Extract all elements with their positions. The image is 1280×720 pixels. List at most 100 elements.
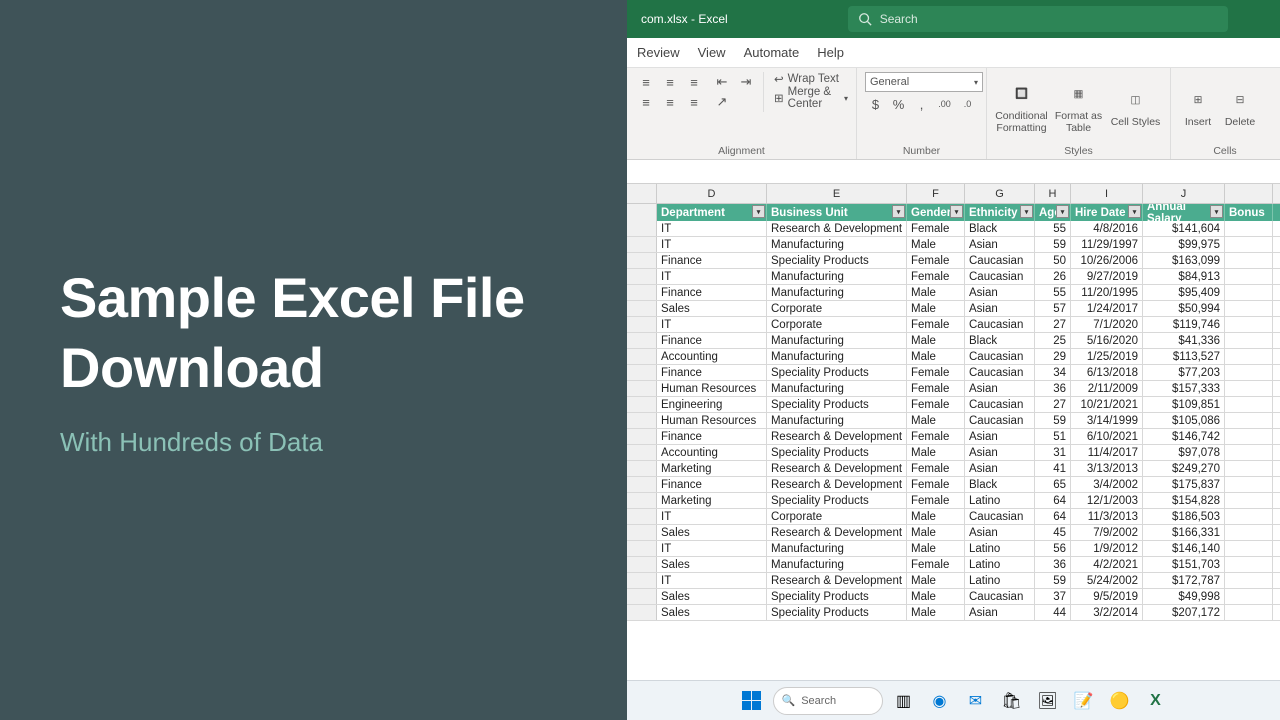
cell-eth[interactable]: Asian [965, 237, 1035, 252]
align-left-icon[interactable]: ≡ [635, 92, 657, 112]
cell-dept[interactable]: Marketing [657, 493, 767, 508]
cell-bu[interactable]: Research & Development [767, 525, 907, 540]
cell-bu[interactable]: Manufacturing [767, 237, 907, 252]
cell-salary[interactable]: $186,503 [1143, 509, 1225, 524]
cell-bonus[interactable] [1225, 557, 1273, 572]
header-salary[interactable]: Annual Salary▾ [1143, 204, 1225, 221]
align-top-icon[interactable]: ≡ [635, 72, 657, 92]
cell-bu[interactable]: Speciality Products [767, 445, 907, 460]
cell-eth[interactable]: Caucasian [965, 317, 1035, 332]
cell-salary[interactable]: $157,333 [1143, 381, 1225, 396]
format-table-button[interactable]: ▦Format as Table [1052, 81, 1105, 134]
cell-salary[interactable]: $109,851 [1143, 397, 1225, 412]
cell-age[interactable]: 45 [1035, 525, 1071, 540]
table-row[interactable]: IT Research & Development Male Latino 59… [627, 573, 1280, 589]
cell-salary[interactable]: $249,270 [1143, 461, 1225, 476]
cell-age[interactable]: 64 [1035, 493, 1071, 508]
cell-bonus[interactable] [1225, 429, 1273, 444]
table-row[interactable]: IT Corporate Male Caucasian 64 11/3/2013… [627, 509, 1280, 525]
table-row[interactable]: Finance Speciality Products Female Cauca… [627, 253, 1280, 269]
cell-hire[interactable]: 10/26/2006 [1071, 253, 1143, 268]
increase-decimal-icon[interactable]: .00 [934, 94, 955, 114]
header-eth[interactable]: Ethnicity▾ [965, 204, 1035, 221]
cell-salary[interactable]: $105,086 [1143, 413, 1225, 428]
cell-hire[interactable]: 6/10/2021 [1071, 429, 1143, 444]
cell-dept[interactable]: Accounting [657, 349, 767, 364]
cell-hire[interactable]: 3/4/2002 [1071, 477, 1143, 492]
cell-bonus[interactable] [1225, 221, 1273, 236]
cell-hire[interactable]: 3/2/2014 [1071, 605, 1143, 620]
cell-salary[interactable]: $175,837 [1143, 477, 1225, 492]
cell-gender[interactable]: Male [907, 605, 965, 620]
cell-dept[interactable]: Human Resources [657, 413, 767, 428]
cell-salary[interactable]: $172,787 [1143, 573, 1225, 588]
cell-bu[interactable]: Manufacturing [767, 381, 907, 396]
table-row[interactable]: Sales Research & Development Male Asian … [627, 525, 1280, 541]
table-row[interactable]: Human Resources Manufacturing Female Asi… [627, 381, 1280, 397]
cell-hire[interactable]: 12/1/2003 [1071, 493, 1143, 508]
cell-bu[interactable]: Manufacturing [767, 541, 907, 556]
cell-gender[interactable]: Female [907, 381, 965, 396]
table-row[interactable]: Finance Speciality Products Female Cauca… [627, 365, 1280, 381]
cell-gender[interactable]: Male [907, 445, 965, 460]
cell-salary[interactable]: $77,203 [1143, 365, 1225, 380]
cell-gender[interactable]: Male [907, 541, 965, 556]
cell-bonus[interactable] [1225, 541, 1273, 556]
align-bottom-icon[interactable]: ≡ [683, 72, 705, 92]
conditional-formatting-button[interactable]: 🔲Conditional Formatting [995, 81, 1048, 134]
cell-bu[interactable]: Manufacturing [767, 333, 907, 348]
cell-hire[interactable]: 9/5/2019 [1071, 589, 1143, 604]
cell-bonus[interactable] [1225, 525, 1273, 540]
decrease-decimal-icon[interactable]: .0 [957, 94, 978, 114]
cell-dept[interactable]: Finance [657, 333, 767, 348]
header-bu[interactable]: Business Unit▾ [767, 204, 907, 221]
table-row[interactable]: Engineering Speciality Products Female C… [627, 397, 1280, 413]
cell-bonus[interactable] [1225, 317, 1273, 332]
filter-icon[interactable]: ▾ [1210, 205, 1223, 218]
cell-age[interactable]: 29 [1035, 349, 1071, 364]
cell-dept[interactable]: Sales [657, 605, 767, 620]
table-row[interactable]: IT Manufacturing Male Asian 59 11/29/199… [627, 237, 1280, 253]
cell-eth[interactable]: Caucasian [965, 269, 1035, 284]
cell-gender[interactable]: Male [907, 589, 965, 604]
cell-eth[interactable]: Caucasian [965, 365, 1035, 380]
comma-icon[interactable]: , [911, 94, 932, 114]
cell-bonus[interactable] [1225, 365, 1273, 380]
cell-eth[interactable]: Asian [965, 429, 1035, 444]
cell-hire[interactable]: 3/14/1999 [1071, 413, 1143, 428]
cell-age[interactable]: 59 [1035, 237, 1071, 252]
cell-dept[interactable]: IT [657, 221, 767, 236]
cell-eth[interactable]: Asian [965, 445, 1035, 460]
table-row[interactable]: Marketing Research & Development Female … [627, 461, 1280, 477]
cell-bonus[interactable] [1225, 445, 1273, 460]
col-header-h[interactable]: H [1035, 184, 1071, 203]
table-row[interactable]: Sales Manufacturing Female Latino 36 4/2… [627, 557, 1280, 573]
cell-age[interactable]: 55 [1035, 285, 1071, 300]
col-header-j[interactable]: J [1143, 184, 1225, 203]
filter-icon[interactable]: ▾ [752, 205, 765, 218]
cell-hire[interactable]: 3/13/2013 [1071, 461, 1143, 476]
cell-bonus[interactable] [1225, 573, 1273, 588]
cell-bonus[interactable] [1225, 397, 1273, 412]
cell-bonus[interactable] [1225, 253, 1273, 268]
percent-icon[interactable]: % [888, 94, 909, 114]
cell-salary[interactable]: $163,099 [1143, 253, 1225, 268]
cell-age[interactable]: 37 [1035, 589, 1071, 604]
cell-age[interactable]: 57 [1035, 301, 1071, 316]
cell-gender[interactable]: Male [907, 413, 965, 428]
cell-salary[interactable]: $166,331 [1143, 525, 1225, 540]
cell-gender[interactable]: Female [907, 365, 965, 380]
cell-salary[interactable]: $41,336 [1143, 333, 1225, 348]
cell-gender[interactable]: Female [907, 493, 965, 508]
cell-age[interactable]: 44 [1035, 605, 1071, 620]
tab-review[interactable]: Review [637, 45, 680, 60]
cell-age[interactable]: 59 [1035, 573, 1071, 588]
currency-icon[interactable]: $ [865, 94, 886, 114]
cell-eth[interactable]: Asian [965, 605, 1035, 620]
cell-age[interactable]: 27 [1035, 397, 1071, 412]
cell-hire[interactable]: 5/24/2002 [1071, 573, 1143, 588]
cell-gender[interactable]: Male [907, 349, 965, 364]
cell-age[interactable]: 51 [1035, 429, 1071, 444]
cell-eth[interactable]: Asian [965, 285, 1035, 300]
edge-icon[interactable]: ◉ [925, 686, 955, 716]
